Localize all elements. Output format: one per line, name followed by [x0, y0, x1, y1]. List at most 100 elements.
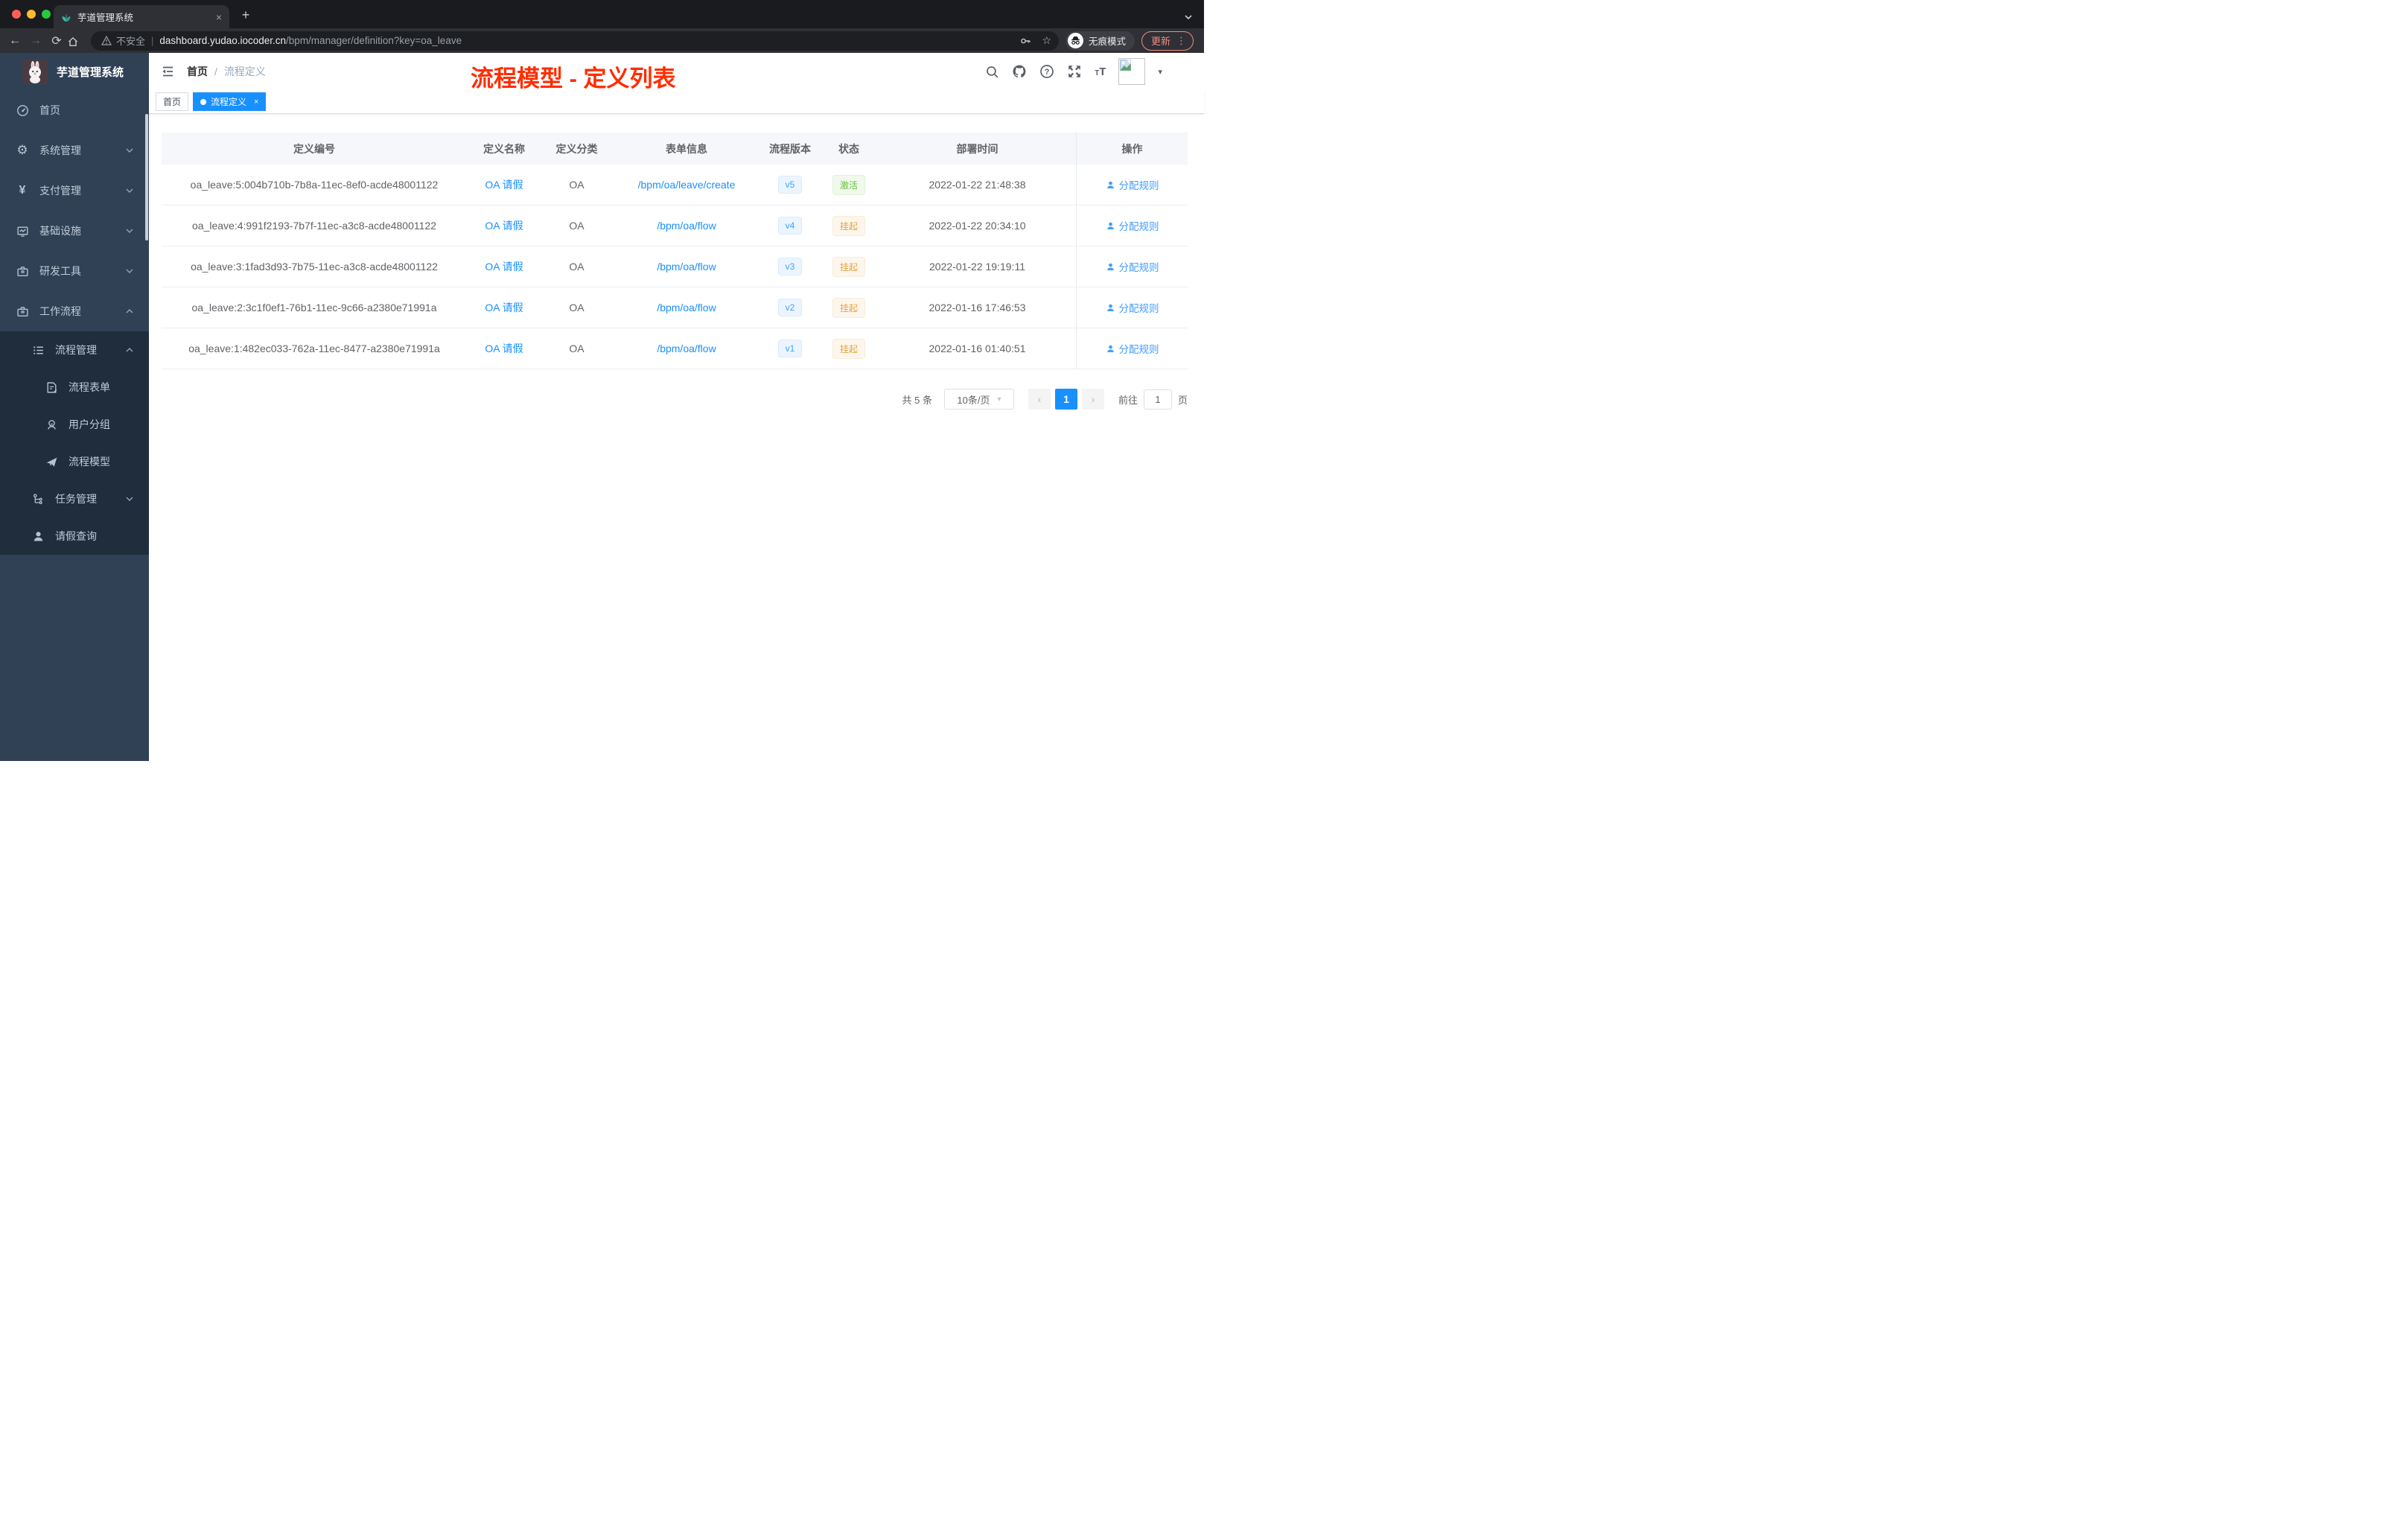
window-controls[interactable] — [12, 10, 51, 19]
address-bar[interactable]: 不安全 | dashboard.yudao.iocoder.cn /bpm/ma… — [91, 31, 1059, 51]
avatar[interactable] — [1118, 58, 1146, 85]
deploy-time: 2022-01-16 01:40:51 — [929, 343, 1026, 354]
github-icon[interactable] — [1012, 64, 1027, 79]
tag-home[interactable]: 首页 — [156, 92, 189, 111]
fontsize-icon[interactable]: TT — [1095, 66, 1106, 78]
form-link[interactable]: /bpm/oa/leave/create — [638, 179, 736, 191]
sidebar: 芋道管理系统 首页 ⚙ 系统管理 ¥ 支付管理 基础设施 研发工具 工作流程 流… — [0, 53, 149, 761]
form-link[interactable]: /bpm/oa/flow — [657, 220, 716, 232]
definition-name-link[interactable]: OA 请假 — [485, 179, 523, 191]
col-definition-id: 定义编号 — [293, 142, 335, 155]
definition-id: oa_leave:3:1fad3d93-7b75-11ec-a3c8-acde4… — [191, 261, 438, 273]
assign-rule-button[interactable]: 分配规则 — [1106, 218, 1159, 233]
tag-close-icon[interactable]: × — [254, 98, 258, 106]
broken-image-icon — [1120, 60, 1132, 71]
browser-update-button[interactable]: 更新 ⋮ — [1141, 31, 1194, 51]
page-number-button[interactable]: 1 — [1054, 389, 1077, 410]
sidebar-item-user-group[interactable]: 用户分组 — [0, 406, 149, 443]
sidebar-item-label: 流程表单 — [69, 381, 110, 393]
definition-name-link[interactable]: OA 请假 — [485, 220, 523, 232]
sidebar-item-home[interactable]: 首页 — [0, 90, 149, 130]
sidebar-item-leave-query[interactable]: 请假查询 — [0, 518, 149, 555]
deploy-time: 2022-01-22 19:19:11 — [929, 261, 1025, 273]
prev-page-button[interactable]: ‹ — [1028, 389, 1051, 410]
briefcase-icon — [16, 305, 29, 318]
version-badge: v4 — [777, 217, 803, 235]
users-icon — [45, 418, 58, 431]
minimize-window-button[interactable] — [27, 10, 36, 19]
bookmark-star-icon[interactable]: ☆ — [1042, 34, 1051, 47]
sidebar-item-process-form[interactable]: 流程表单 — [0, 369, 149, 406]
zoom-window-button[interactable] — [42, 10, 51, 19]
navbar-actions: ? TT ▾ — [985, 53, 1162, 90]
definition-name-link[interactable]: OA 请假 — [485, 261, 523, 273]
new-tab-button[interactable]: + — [237, 7, 255, 25]
breadcrumb-current: 流程定义 — [223, 66, 266, 77]
incognito-icon — [1068, 33, 1083, 48]
app-logo[interactable]: 芋道管理系统 — [0, 53, 149, 90]
tab-close-icon[interactable]: × — [216, 12, 222, 22]
next-page-button[interactable]: › — [1081, 389, 1104, 410]
user-icon — [1106, 181, 1114, 188]
avatar-caret-down-icon[interactable]: ▾ — [1158, 67, 1162, 77]
sidebar-item-task-management[interactable]: 任务管理 — [0, 480, 149, 518]
breadcrumb-home[interactable]: 首页 — [187, 64, 208, 79]
user-icon — [1106, 263, 1114, 270]
send-icon — [45, 456, 58, 468]
sidebar-item-label: 研发工具 — [39, 265, 81, 277]
assign-rule-button[interactable]: 分配规则 — [1106, 341, 1159, 356]
sidebar-item-label: 首页 — [39, 104, 60, 116]
chevron-down-icon — [125, 146, 134, 155]
search-icon[interactable] — [985, 65, 999, 79]
form-link[interactable]: /bpm/oa/flow — [657, 302, 716, 313]
sidebar-scrollbar-thumb[interactable] — [145, 114, 148, 241]
definition-id: oa_leave:1:482ec033-762a-11ec-8477-a2380… — [188, 343, 440, 354]
security-label[interactable]: 不安全 — [116, 34, 145, 48]
col-form-info: 表单信息 — [666, 142, 707, 155]
fullscreen-icon[interactable] — [1067, 64, 1082, 79]
hamburger-icon[interactable] — [160, 64, 175, 79]
key-icon[interactable] — [1019, 35, 1031, 47]
gear-icon: ⚙ — [16, 143, 28, 157]
sidebar-item-process-model[interactable]: 流程模型 — [0, 443, 149, 480]
browser-tab[interactable]: 芋道管理系统 × — [54, 5, 229, 28]
assign-rule-button[interactable]: 分配规则 — [1106, 300, 1159, 315]
table-row: oa_leave:5:004b710b-7b8a-11ec-8ef0-acde4… — [162, 165, 1188, 206]
reload-button[interactable]: ⟳ — [46, 34, 67, 48]
forward-button[interactable]: → — [25, 34, 46, 48]
definition-name-link[interactable]: OA 请假 — [485, 302, 523, 313]
assign-rule-button[interactable]: 分配规则 — [1106, 259, 1159, 274]
definition-name-link[interactable]: OA 请假 — [485, 343, 523, 354]
table-row: oa_leave:4:991f2193-7b7f-11ec-a3c8-acde4… — [162, 206, 1188, 246]
sidebar-item-infrastructure[interactable]: 基础设施 — [0, 211, 149, 251]
sidebar-item-label: 用户分组 — [69, 418, 110, 430]
back-button[interactable]: ← — [4, 34, 25, 48]
goto-page-input[interactable] — [1143, 389, 1172, 410]
definition-category: OA — [569, 261, 585, 273]
chevron-down-icon — [125, 226, 134, 235]
form-link[interactable]: /bpm/oa/flow — [657, 343, 716, 354]
sidebar-item-process-management[interactable]: 流程管理 — [0, 331, 149, 369]
tags-view: 首页 流程定义 × — [149, 90, 1204, 114]
url-path[interactable]: /bpm/manager/definition?key=oa_leave — [286, 35, 462, 46]
col-definition-name: 定义名称 — [483, 142, 525, 155]
sidebar-submenu-workflow: 流程管理 流程表单 用户分组 流程模型 任务管理 请假查询 — [0, 331, 149, 555]
definition-id: oa_leave:4:991f2193-7b7f-11ec-a3c8-acde4… — [192, 220, 436, 232]
assign-rule-button[interactable]: 分配规则 — [1106, 177, 1159, 192]
close-window-button[interactable] — [12, 10, 21, 19]
page-size-select[interactable]: 10条/页 ▾ — [943, 389, 1014, 410]
sidebar-item-devtools[interactable]: 研发工具 — [0, 251, 149, 291]
sidebar-item-payment[interactable]: ¥ 支付管理 — [0, 171, 149, 211]
home-button[interactable] — [67, 34, 88, 48]
definition-id: oa_leave:2:3c1f0ef1-76b1-11ec-9c66-a2380… — [191, 302, 437, 313]
pagination-total: 共 5 条 — [902, 394, 932, 406]
form-link[interactable]: /bpm/oa/flow — [657, 261, 716, 273]
sidebar-item-workflow[interactable]: 工作流程 — [0, 291, 149, 331]
col-process-version: 流程版本 — [769, 142, 811, 155]
sidebar-item-system[interactable]: ⚙ 系统管理 — [0, 130, 149, 171]
url-host[interactable]: dashboard.yudao.iocoder.cn — [159, 35, 286, 46]
tab-search-chevron-icon[interactable] — [1183, 12, 1194, 22]
help-icon[interactable]: ? — [1039, 64, 1054, 79]
tag-process-definition[interactable]: 流程定义 × — [193, 92, 267, 111]
browser-menu-dots-icon[interactable]: ⋮ — [1176, 35, 1186, 47]
